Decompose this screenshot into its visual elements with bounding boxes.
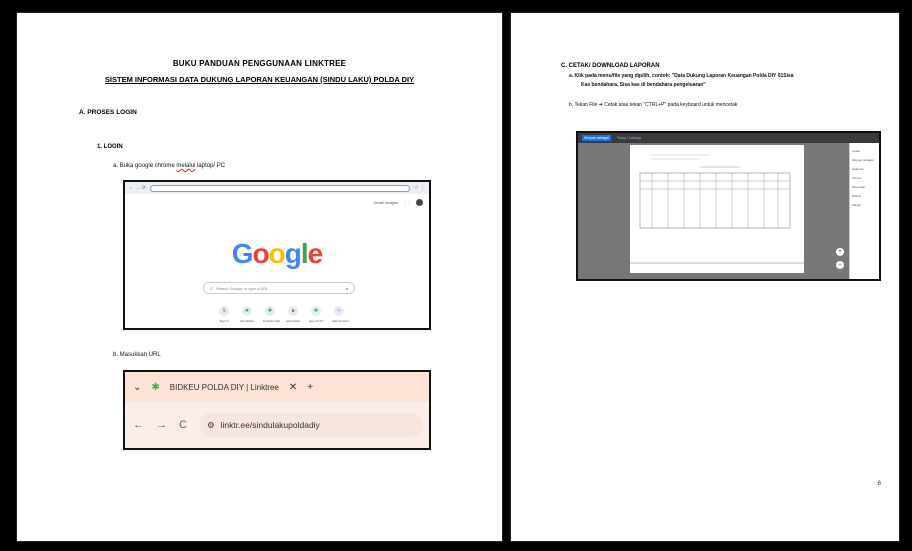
doc-title: BUKU PANDUAN PENGGUNAAN LINKTREE	[172, 59, 347, 68]
new-tab-icon: +	[307, 381, 314, 393]
zoom-out-icon: −	[836, 261, 844, 269]
site-settings-icon: ⚙	[206, 419, 215, 430]
shortcut-tile: ✱ app.LIS PJ	[309, 306, 324, 323]
address-row: ← → C ⚙ linktr.ee/sindulakupoldadiy	[125, 402, 429, 448]
linktree-url-screenshot: ⌄ ✱ BIDKEU POLDA DIY | Linktree ✕ + ← → …	[123, 370, 431, 450]
shortcut-tiles: S Sign in ✱ Shortlinks ✱ Portfolio Part ■ we…	[217, 306, 349, 323]
step-a-pre: a. Buka google chrome	[113, 163, 177, 169]
chevron-down-icon: ⌄	[133, 381, 142, 393]
google-search-box: ⚲ Search Google or type a URL ●	[203, 282, 355, 294]
linktree-icon: ✱	[151, 381, 160, 393]
step-b-text: b. Masukkan URL	[113, 352, 161, 358]
reload-icon: C	[179, 419, 187, 431]
chrome-newtab-screenshot: ← → ⟳ ☆ ⋮ Gmail Images ⋮⋮ Google ⚲ Searc…	[123, 180, 431, 330]
report-table-preview	[630, 154, 804, 264]
zoom-in-icon: +	[836, 248, 844, 256]
google-logo: Google	[231, 238, 323, 269]
omnibox	[149, 184, 411, 192]
step-c-a-line2: Kas bendahara, Sisa kas di bendahara pen…	[581, 82, 706, 88]
print-preview-screenshot: Simpan sebagai Tutup / Lainnya Cetak Sim…	[576, 131, 881, 281]
doc-subtitle: SISTEM INFORMASI DATA DUKUNG LAPORAN KEU…	[104, 75, 415, 84]
search-icon: ⚲	[210, 285, 213, 291]
profile-icon: ☆ ⋮	[414, 185, 425, 191]
print-tab-label: Tutup / Lainnya	[617, 136, 642, 140]
document-page-left: BUKU PANDUAN PENGGUNAAN LINKTREE SISTEM …	[16, 12, 503, 542]
shortcut-tile: S Sign in	[219, 306, 229, 323]
print-toolbar: Simpan sebagai Tutup / Lainnya	[578, 133, 879, 143]
back-arrow-icon: ←	[133, 419, 144, 431]
google-top-links: Gmail Images ⋮⋮	[373, 199, 423, 206]
address-url: linktr.ee/sindulakupoldadiy	[220, 420, 320, 430]
shortcut-tile: + Add shortcut	[332, 306, 349, 323]
step-a-misspelled: melalui	[176, 163, 196, 169]
back-icon: ← → ⟳	[129, 185, 146, 191]
apps-icon: ⋮⋮	[403, 200, 411, 205]
print-preview-page	[630, 145, 804, 273]
browser-tab: ⌄ ✱ BIDKEU POLDA DIY | Linktree ✕ +	[125, 372, 429, 402]
google-search-placeholder: Search Google or type a URL	[215, 285, 269, 291]
shortcut-tile: ✱ Portfolio Part	[263, 306, 281, 323]
close-icon: ✕	[288, 381, 298, 393]
print-save-button: Simpan sebagai	[582, 135, 612, 141]
tab-title: BIDKEU POLDA DIY | Linktree	[169, 382, 279, 392]
shortcut-tile: ■ web Sales	[286, 306, 300, 323]
print-settings-panel: Cetak Simpan sebagai Halaman Ukuran Tata…	[849, 143, 879, 279]
shortcut-tile: ✱ Shortlinks	[240, 306, 254, 323]
step-c-b: b. Tekan File ➜ Cetak atau tekan "CTRL+P…	[569, 102, 738, 108]
step-a-post: laptop/ PC	[195, 163, 226, 169]
document-page-right: C. CETAK/ DOWNLOAD LAPORAN a. Klik pada …	[510, 12, 900, 542]
forward-arrow-icon: →	[156, 419, 167, 431]
avatar	[416, 199, 423, 206]
address-bar: ⚙ linktr.ee/sindulakupoldadiy	[198, 413, 423, 437]
page-number: 6	[877, 481, 881, 487]
section-c-heading: C. CETAK/ DOWNLOAD LAPORAN	[561, 63, 660, 69]
section-a-heading: A. PROSES LOGIN	[79, 109, 137, 116]
mic-icon: ●	[345, 285, 348, 291]
subsection-login-heading: 1. LOGIN	[97, 144, 123, 150]
step-a-text: a. Buka google chrome melalui laptop/ PC	[113, 163, 225, 169]
step-c-a-line1: a. Klik pada menu/file yang dipilih, con…	[569, 73, 794, 79]
google-top-links-text: Gmail Images	[373, 200, 398, 205]
chrome-toolbar: ← → ⟳ ☆ ⋮	[125, 182, 429, 194]
